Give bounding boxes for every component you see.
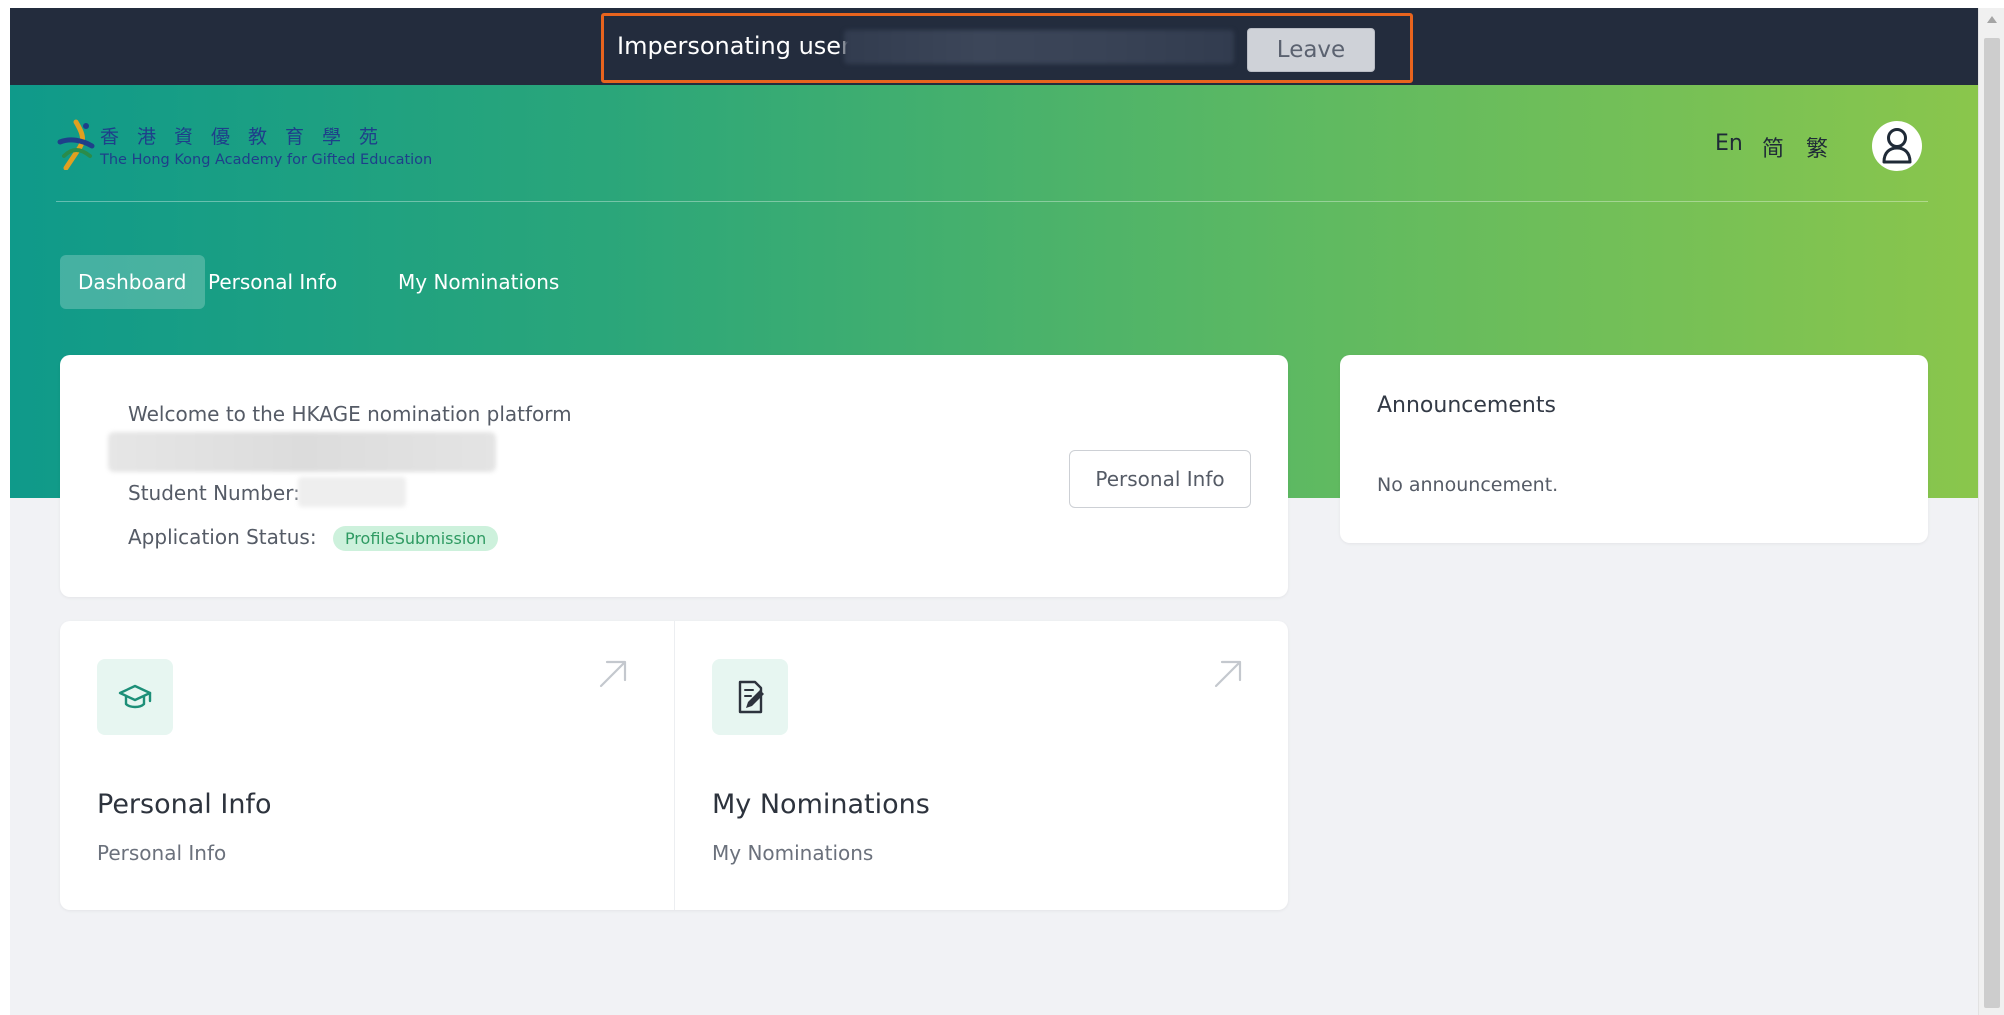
tile-icon-bg [712,659,788,735]
quick-links-card: Personal Info Personal Info My Nominatio… [60,621,1288,910]
tile-my-nominations[interactable]: My Nominations My Nominations [674,621,1288,910]
welcome-text: Welcome to the HKAGE nomination platform [128,402,572,426]
arrow-up-right-icon [599,660,627,688]
impersonated-user-redacted [844,30,1234,64]
student-name-redacted [108,432,496,472]
leave-button[interactable]: Leave [1247,28,1375,72]
impersonation-bar: Impersonating user Leave [10,8,1978,85]
impersonation-label: Impersonating user [617,32,851,60]
tile-title: My Nominations [712,789,930,820]
impersonation-highlight: Impersonating user Leave [601,13,1413,83]
nav-my-nominations[interactable]: My Nominations [380,255,577,309]
personal-info-button[interactable]: Personal Info [1069,450,1251,508]
app-frame: Impersonating user Leave 香港資優教育學苑 The Ho… [10,8,1978,1015]
user-icon [1882,128,1912,164]
welcome-card: Welcome to the HKAGE nomination platform… [60,355,1288,597]
application-status-row: Application Status: ProfileSubmission [128,525,499,551]
header-divider [56,201,1928,202]
scrollbar-thumb[interactable] [1984,38,2000,1008]
application-status-label: Application Status: [128,525,317,549]
announcements-empty: No announcement. [1377,474,1559,496]
tile-icon-bg [97,659,173,735]
language-traditional[interactable]: 繁 [1806,131,1828,163]
student-number-label: Student Number: [128,481,300,505]
vertical-scrollbar[interactable] [1978,8,2004,1015]
hkage-logo[interactable]: 香港資優教育學苑 The Hong Kong Academy for Gifte… [56,118,436,176]
tile-title: Personal Info [97,789,272,820]
nav-dashboard[interactable]: Dashboard [60,255,205,309]
tile-personal-info[interactable]: Personal Info Personal Info [60,621,674,910]
status-badge: ProfileSubmission [332,526,499,551]
logo-chinese-name: 香港資優教育學苑 [100,126,397,148]
nav-personal-info[interactable]: Personal Info [190,255,355,309]
language-en[interactable]: En [1715,131,1743,156]
student-number-redacted [298,477,406,507]
language-simplified[interactable]: 简 [1762,131,1784,163]
logo-mark-icon [57,119,95,170]
scroll-up-arrow-icon[interactable] [1987,16,1997,23]
logo-english-name: The Hong Kong Academy for Gifted Educati… [100,152,433,168]
announcements-title: Announcements [1377,393,1556,418]
arrow-up-right-icon [1214,660,1242,688]
user-avatar[interactable] [1872,121,1922,171]
announcements-card: Announcements No announcement. [1340,355,1928,543]
graduation-cap-icon [118,684,152,709]
tile-subtitle: Personal Info [97,841,227,865]
tile-subtitle: My Nominations [712,841,874,865]
document-edit-icon [738,680,764,714]
